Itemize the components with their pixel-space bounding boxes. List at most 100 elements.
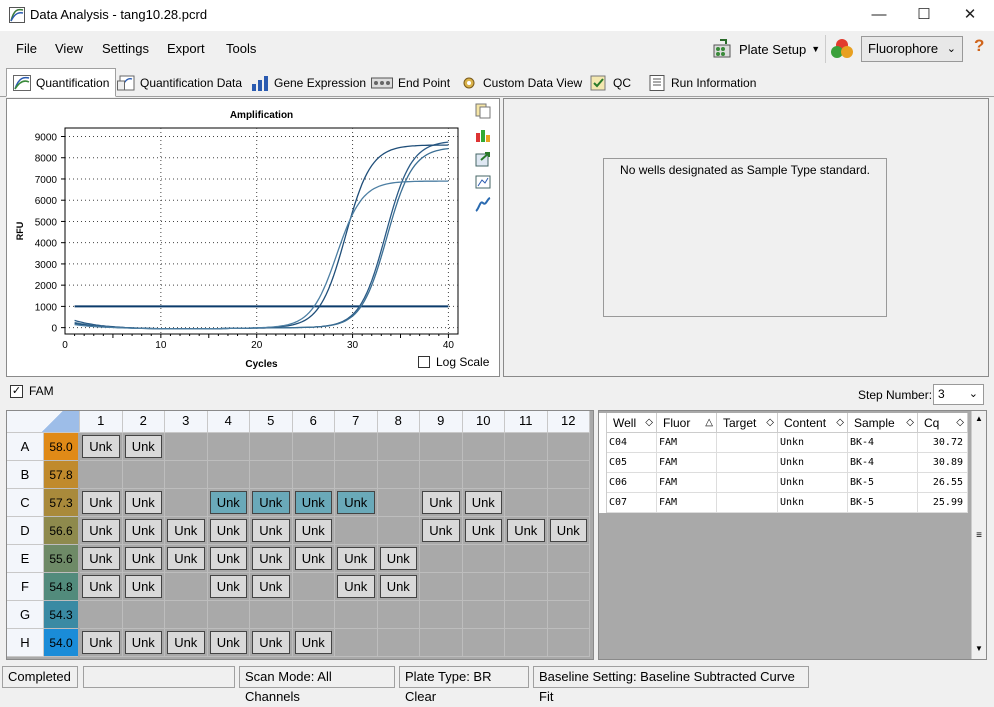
table-cell[interactable]: Unkn [778, 493, 848, 513]
table-cell[interactable]: BK-4 [848, 453, 918, 473]
plate-well[interactable] [462, 545, 505, 573]
plate-row-header[interactable]: C [7, 489, 44, 517]
plate-well[interactable] [505, 433, 548, 461]
plate-well[interactable] [80, 461, 123, 489]
table-cell[interactable]: Unkn [778, 473, 848, 493]
table-cell[interactable]: 30.89 [918, 453, 968, 473]
export-chart-icon[interactable] [475, 151, 491, 167]
plate-well[interactable]: Unk [122, 517, 165, 545]
table-cell[interactable] [717, 433, 778, 453]
plate-well[interactable] [377, 461, 420, 489]
tab-end-point[interactable]: End Point [364, 70, 457, 96]
tab-gene-expression[interactable]: Gene Expression [244, 70, 373, 96]
table-cell[interactable]: BK-5 [848, 473, 918, 493]
plate-setup-button[interactable]: Plate Setup ▼ [712, 36, 820, 62]
plate-column-header[interactable]: 6 [292, 411, 335, 433]
plate-well[interactable] [547, 489, 590, 517]
table-cell[interactable]: 26.55 [918, 473, 968, 493]
log-scale-checkbox[interactable] [418, 356, 430, 368]
plate-well[interactable] [377, 433, 420, 461]
menu-tools[interactable]: Tools [226, 41, 256, 56]
plate-well[interactable] [547, 573, 590, 601]
table-cell[interactable]: C04 [607, 433, 657, 453]
plate-column-header[interactable]: 9 [420, 411, 463, 433]
plate-well[interactable]: Unk [80, 489, 123, 517]
plate-well[interactable] [377, 629, 420, 657]
close-button[interactable]: ✕ [947, 0, 993, 31]
plate-row-header[interactable]: E [7, 545, 44, 573]
plate-well[interactable]: Unk [420, 489, 463, 517]
tab-qc[interactable]: QC [583, 70, 638, 96]
scroll-down-icon[interactable]: ▼ [975, 644, 983, 653]
tab-custom-data-view[interactable]: Custom Data View [453, 70, 589, 96]
plate-well[interactable]: Unk [250, 517, 293, 545]
fluorophore-dropdown[interactable]: Fluorophore ⌄ [861, 36, 963, 62]
table-cell[interactable]: FAM [657, 473, 717, 493]
table-cell[interactable]: C06 [607, 473, 657, 493]
plate-well[interactable]: Unk [165, 517, 208, 545]
column-header-sample[interactable]: Sample ◇ [848, 413, 918, 433]
plate-well[interactable] [207, 433, 250, 461]
plate-well[interactable]: Unk [377, 573, 420, 601]
plate-column-header[interactable]: 3 [165, 411, 208, 433]
plate-well[interactable] [80, 601, 123, 629]
fluorophore-color-icon[interactable] [830, 38, 854, 60]
plate-well[interactable]: Unk [292, 517, 335, 545]
fam-checkbox[interactable]: ✓ [10, 385, 23, 398]
table-cell[interactable]: BK-5 [848, 493, 918, 513]
plate-well[interactable]: Unk [122, 545, 165, 573]
plate-well[interactable]: Unk [80, 573, 123, 601]
column-header-target[interactable]: Target ◇ [717, 413, 778, 433]
plate-well[interactable]: Unk [122, 629, 165, 657]
step-number-select[interactable]: 3 ⌄ [933, 384, 984, 405]
plate-well[interactable] [335, 461, 378, 489]
plate-well[interactable] [250, 601, 293, 629]
plate-well[interactable]: Unk [122, 433, 165, 461]
table-cell[interactable]: FAM [657, 433, 717, 453]
plate-well[interactable] [165, 489, 208, 517]
plate-well[interactable] [505, 601, 548, 629]
plate-well[interactable]: Unk [80, 433, 123, 461]
plate-well[interactable] [462, 461, 505, 489]
column-header-fluor[interactable]: Fluor △ [657, 413, 717, 433]
plate-well[interactable] [505, 461, 548, 489]
plate-well[interactable] [207, 461, 250, 489]
plate-well[interactable]: Unk [207, 573, 250, 601]
help-icon[interactable]: ? [974, 36, 984, 56]
plate-well[interactable] [122, 601, 165, 629]
plate-well[interactable] [547, 601, 590, 629]
plate-well[interactable] [207, 601, 250, 629]
table-cell[interactable]: 25.99 [918, 493, 968, 513]
plate-well[interactable] [165, 601, 208, 629]
table-cell[interactable] [717, 493, 778, 513]
table-cell[interactable]: Unkn [778, 453, 848, 473]
plate-well[interactable] [547, 629, 590, 657]
plate-well[interactable]: Unk [122, 489, 165, 517]
table-cell[interactable]: FAM [657, 493, 717, 513]
zoom-chart-icon[interactable] [475, 175, 491, 191]
plate-well[interactable] [292, 573, 335, 601]
plate-well[interactable] [335, 517, 378, 545]
scroll-up-icon[interactable]: ▲ [975, 414, 983, 423]
plate-row-header[interactable]: H [7, 629, 44, 657]
plate-well[interactable] [462, 433, 505, 461]
plate-well[interactable] [547, 545, 590, 573]
table-cell[interactable]: BK-4 [848, 433, 918, 453]
table-scrollbar[interactable]: ▲ ≡ ▼ [971, 411, 986, 659]
table-cell[interactable]: C05 [607, 453, 657, 473]
plate-well[interactable] [335, 629, 378, 657]
plate-well[interactable] [505, 573, 548, 601]
plate-well[interactable] [547, 433, 590, 461]
plate-well[interactable] [165, 461, 208, 489]
plate-row-header[interactable]: F [7, 573, 44, 601]
tab-quantification[interactable]: Quantification [6, 68, 117, 97]
plate-well[interactable]: Unk [335, 573, 378, 601]
copy-icon[interactable] [475, 103, 491, 119]
plate-well[interactable] [377, 517, 420, 545]
plate-well[interactable]: Unk [250, 629, 293, 657]
plate-well[interactable] [250, 461, 293, 489]
table-cell[interactable]: C07 [607, 493, 657, 513]
plate-well[interactable]: Unk [250, 545, 293, 573]
plate-well[interactable]: Unk [80, 545, 123, 573]
column-header-well[interactable]: Well ◇ [607, 413, 657, 433]
